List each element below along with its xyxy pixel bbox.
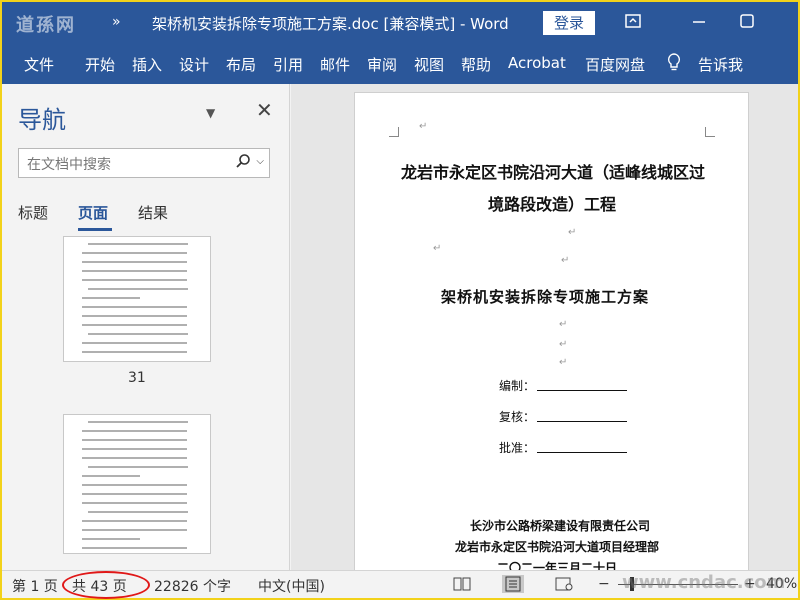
crop-mark xyxy=(705,127,715,137)
tab-review[interactable]: 审阅 xyxy=(367,54,397,75)
paragraph-mark: ↵ xyxy=(419,121,428,132)
paragraph-mark: ↵ xyxy=(559,339,568,350)
thumbnail-text-line xyxy=(82,457,187,459)
print-layout-icon[interactable] xyxy=(502,575,524,593)
doc-title-line-1: 龙岩市永定区书院沿河大道（适峰线城区过 xyxy=(401,163,706,182)
thumbnail-text-line xyxy=(82,448,187,450)
thumbnail-text-line xyxy=(88,511,188,513)
thumbnail-text-line xyxy=(82,439,187,441)
page-thumbnail[interactable] xyxy=(63,414,211,554)
paragraph-mark: ↵ xyxy=(568,227,577,238)
paragraph-mark: ↵ xyxy=(559,319,568,330)
status-page-number[interactable]: 第 1 页 xyxy=(12,576,58,596)
tab-references[interactable]: 引用 xyxy=(273,54,303,75)
tab-insert[interactable]: 插入 xyxy=(132,54,162,75)
paragraph-mark: ↵ xyxy=(559,357,568,368)
thumbnail-text-line xyxy=(88,288,188,290)
thumbnail-text-line xyxy=(82,493,187,495)
thumbnail-text-line xyxy=(82,520,187,522)
doc-title-line-2: 境路段改造）工程 xyxy=(488,195,617,214)
page-thumbnail-number: 31 xyxy=(128,370,146,386)
doc-organization-1: 长沙市公路桥梁建设有限责任公司 xyxy=(470,519,651,533)
tab-home[interactable]: 开始 xyxy=(85,54,115,75)
tab-file[interactable]: 文件 xyxy=(24,54,54,75)
tab-baidu-netdisk[interactable]: 百度网盘 xyxy=(585,54,645,75)
highlight-circle xyxy=(62,571,150,599)
thumbnail-text-line xyxy=(82,538,140,540)
thumbnail-text-line xyxy=(82,547,187,549)
nav-close-icon[interactable]: ✕ xyxy=(256,98,273,122)
thumbnail-text-line xyxy=(88,243,188,245)
tab-mailings[interactable]: 邮件 xyxy=(320,54,350,75)
paragraph-mark: ↵ xyxy=(433,243,442,254)
document-page[interactable]: ↵ 龙岩市永定区书院沿河大道（适峰线城区过 境路段改造）工程 ↵ ↵ ↵ 架桥机… xyxy=(354,92,749,570)
login-button[interactable]: 登录 xyxy=(543,11,595,35)
thumbnail-text-line xyxy=(82,475,140,477)
crop-mark xyxy=(389,127,399,137)
thumbnail-text-line xyxy=(82,306,187,308)
thumbnail-text-line xyxy=(82,315,187,317)
doc-organization-2: 龙岩市永定区书院沿河大道项目经理部 xyxy=(455,540,660,554)
thumbnail-text-line xyxy=(82,324,187,326)
thumbnail-text-line xyxy=(82,297,140,299)
zoom-out-icon[interactable]: − xyxy=(598,576,610,592)
nav-tab-active-indicator xyxy=(78,228,112,231)
tab-help[interactable]: 帮助 xyxy=(461,54,491,75)
lightbulb-icon xyxy=(666,52,682,76)
navigation-pane: 导航 ▼ ✕ 在文档中搜索 ⌵ 标题 页面 结果 31 xyxy=(2,84,290,570)
field-underline xyxy=(537,452,627,453)
web-layout-icon[interactable] xyxy=(554,575,576,593)
site-watermark: www.cndac.com xyxy=(622,572,786,593)
ribbon-tab-bar: 文件 开始 插入 设计 布局 引用 邮件 审阅 视图 帮助 Acrobat 百度… xyxy=(2,44,798,84)
tab-view[interactable]: 视图 xyxy=(414,54,444,75)
read-mode-icon[interactable] xyxy=(452,575,474,593)
maximize-icon[interactable] xyxy=(738,12,758,32)
tab-layout[interactable]: 布局 xyxy=(226,54,256,75)
window-title: 架桥机安装拆除专项施工方案.doc [兼容模式] - Word xyxy=(152,15,509,33)
chevron-down-icon[interactable]: ⌵ xyxy=(256,156,264,167)
doc-date: 二〇二一年三月二十日 xyxy=(497,561,618,570)
title-bar: 道孫网 » 架桥机安装拆除专项施工方案.doc [兼容模式] - Word 登录 xyxy=(2,2,798,44)
thumbnail-text-line xyxy=(88,466,188,468)
paragraph-mark: ↵ xyxy=(561,255,570,266)
thumbnail-text-line xyxy=(82,351,187,353)
document-canvas[interactable]: ↵ 龙岩市永定区书院沿河大道（适峰线城区过 境路段改造）工程 ↵ ↵ ↵ 架桥机… xyxy=(291,84,798,570)
field-label-approved: 批准： xyxy=(499,441,536,455)
ribbon-display-options-icon[interactable] xyxy=(624,12,644,32)
thumbnail-text-line xyxy=(88,421,188,423)
field-underline xyxy=(537,421,627,422)
status-word-count[interactable]: 22826 个字 xyxy=(154,576,231,596)
search-icon[interactable] xyxy=(235,153,251,173)
nav-search-input[interactable]: 在文档中搜索 ⌵ xyxy=(18,148,270,178)
nav-options-dropdown-icon[interactable]: ▼ xyxy=(206,106,215,120)
nav-search-placeholder: 在文档中搜索 xyxy=(27,157,111,173)
thumbnail-text-line xyxy=(82,430,187,432)
thumbnail-text-line xyxy=(82,252,187,254)
minimize-icon[interactable] xyxy=(690,12,710,32)
watermark-logo: 道孫网 xyxy=(16,15,76,36)
tab-acrobat[interactable]: Acrobat xyxy=(508,54,566,72)
thumbnail-text-line xyxy=(82,342,187,344)
nav-tab-results[interactable]: 结果 xyxy=(138,202,168,223)
field-underline xyxy=(537,390,627,391)
field-label-reviewed: 复核： xyxy=(499,410,536,424)
quick-access-more-button[interactable]: » xyxy=(112,14,121,30)
nav-pane-title: 导航 xyxy=(18,106,66,134)
thumbnail-text-line xyxy=(82,529,187,531)
thumbnail-text-line xyxy=(82,484,187,486)
tab-design[interactable]: 设计 xyxy=(179,54,209,75)
tell-me-input[interactable]: 告诉我 xyxy=(698,54,743,75)
nav-tab-headings[interactable]: 标题 xyxy=(18,202,48,223)
thumbnail-text-line xyxy=(82,502,187,504)
thumbnail-text-line xyxy=(82,261,187,263)
status-language[interactable]: 中文(中国) xyxy=(258,576,325,596)
doc-subtitle: 架桥机安装拆除专项施工方案 xyxy=(441,288,650,306)
thumbnail-text-line xyxy=(88,333,188,335)
page-thumbnail[interactable] xyxy=(63,236,211,362)
thumbnail-text-line xyxy=(82,270,187,272)
nav-tab-pages[interactable]: 页面 xyxy=(78,202,108,223)
field-label-compiled: 编制： xyxy=(499,379,536,393)
thumbnail-text-line xyxy=(82,279,187,281)
